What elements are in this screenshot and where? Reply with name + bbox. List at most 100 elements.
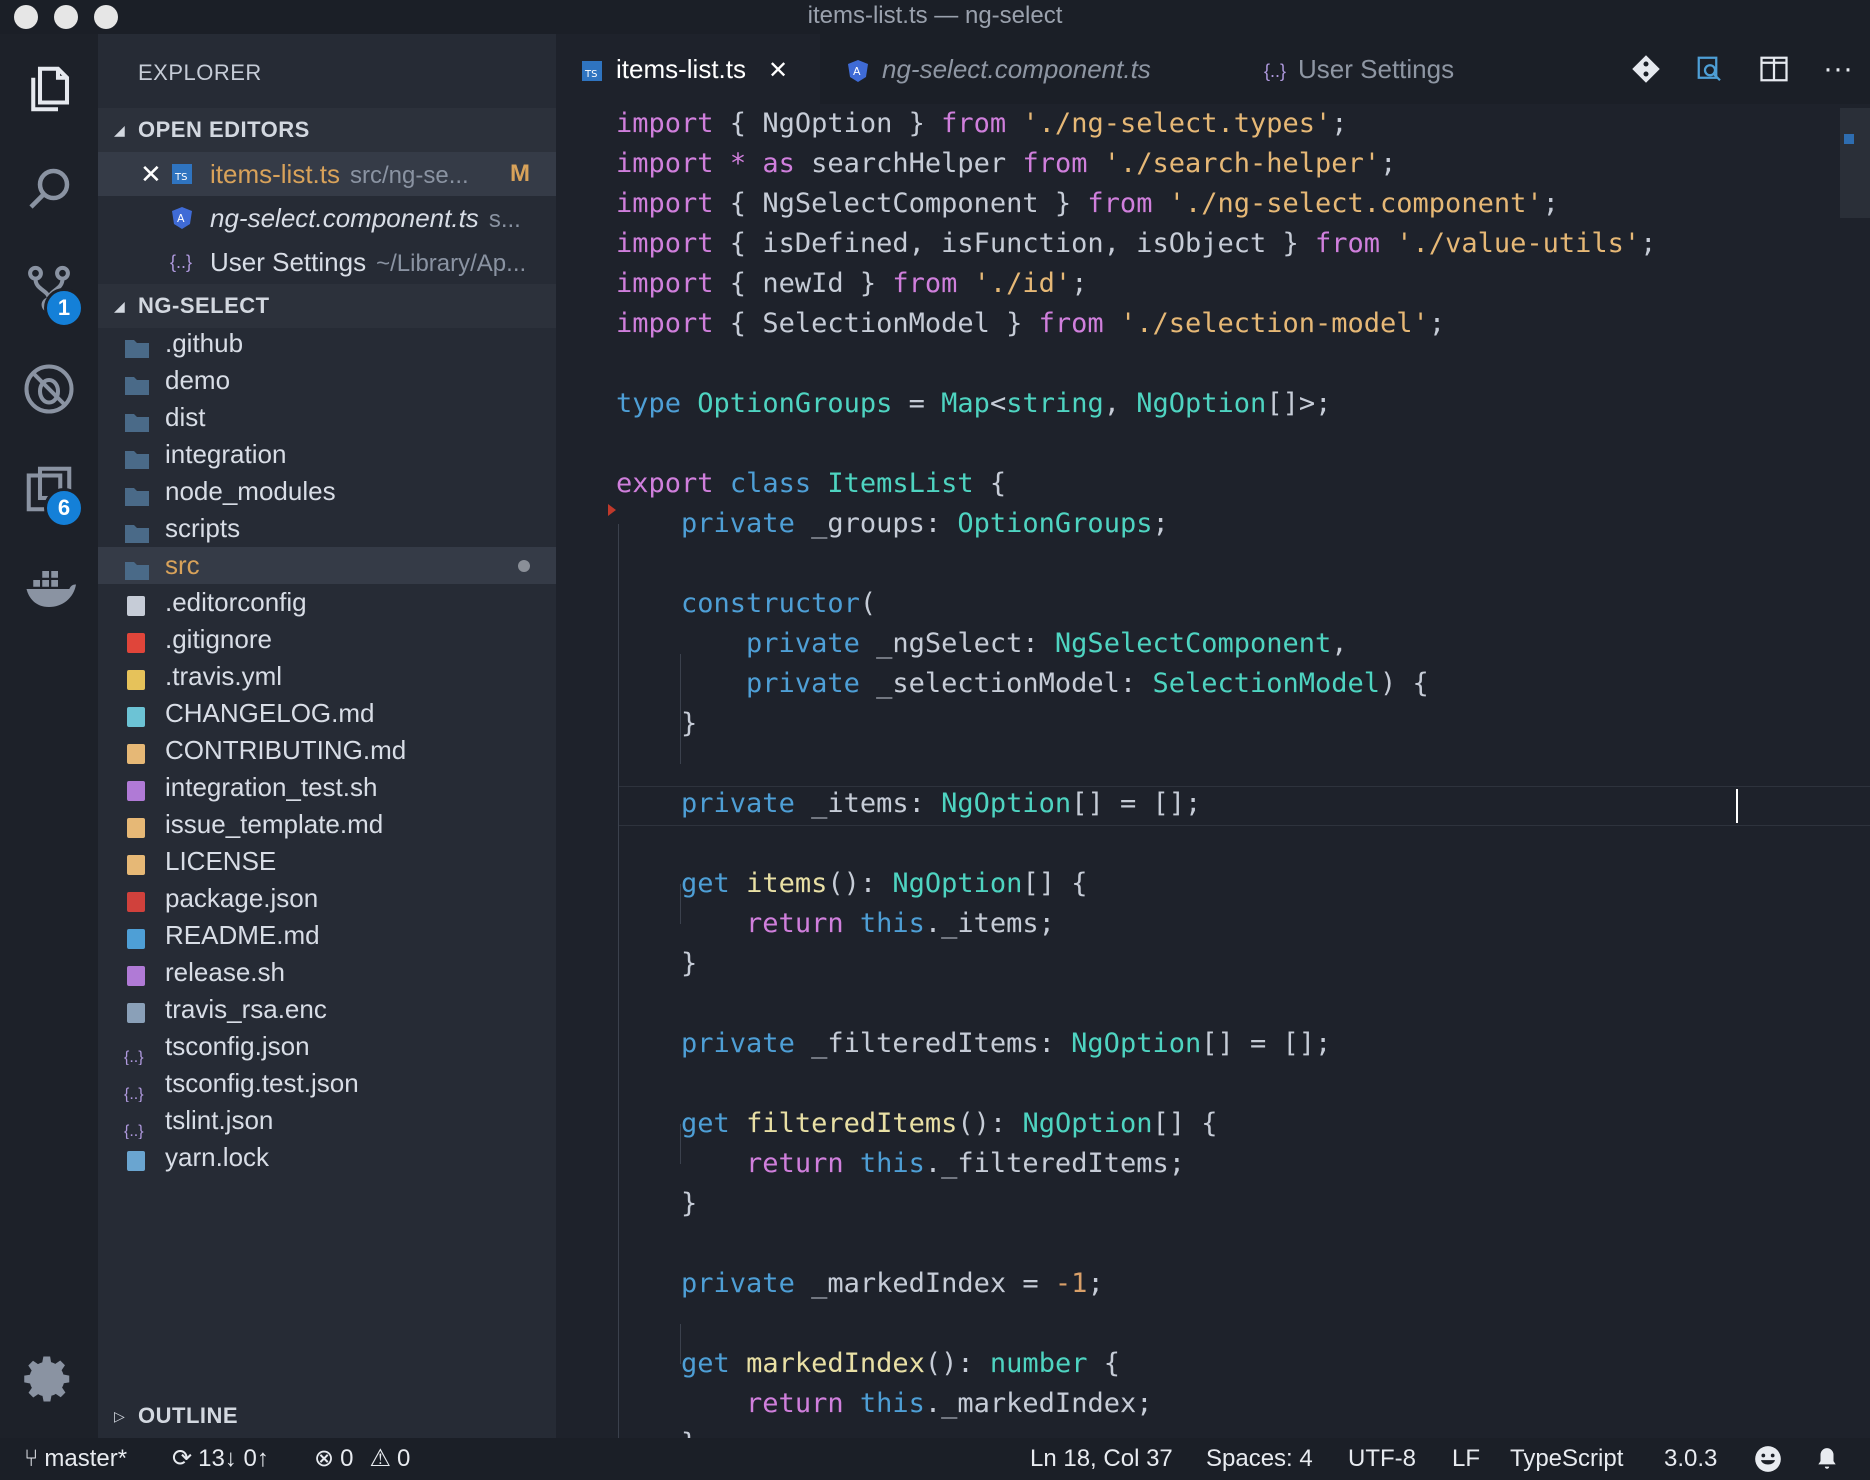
file-tree-item-label: scripts [165,513,241,543]
file-tree-item[interactable]: CHANGELOG.md [98,695,556,732]
git-icon [124,628,148,653]
file-tree-item[interactable]: node_modules [98,473,556,510]
git-branch-status[interactable]: ⑂ master* [24,1438,127,1480]
angular-icon: A [848,60,868,83]
eol-status[interactable]: LF [1452,1438,1480,1480]
editor-scrollbar[interactable] [1840,108,1870,218]
file-tree-item-label: .github [165,328,244,358]
sync-status[interactable]: ⟳ 13↓ 0↑ [172,1438,269,1480]
window-controls [14,5,118,29]
file-tree-item-label: integration_test.sh [165,772,378,802]
problems-status[interactable]: ⊗ 0 ⚠ 0 [314,1438,410,1480]
git-compare-button[interactable] [1614,54,1678,84]
activity-extensions[interactable]: 6 [0,444,98,534]
file-tree-item-label: demo [165,365,231,395]
minimize-window-button[interactable] [54,5,78,29]
tab-user-settings[interactable]: {..} User Settings [1264,34,1454,104]
notifications-button[interactable] [1814,1438,1840,1480]
sidebar-title: EXPLORER [138,60,262,85]
text-cursor [1736,789,1738,823]
file-tree-item[interactable]: .github [98,325,556,362]
tab-ng-select-component[interactable]: Ang-select.component.ts [846,34,1151,104]
split-editor-button[interactable] [1742,54,1806,84]
code-line: import { isDefined, isFunction, isObject… [616,228,1657,259]
open-editor-item[interactable]: A ng-select.component.ts s... [98,196,556,240]
file-tree-item[interactable]: {..} tslint.json [98,1102,556,1139]
file-tree-item[interactable]: CONTRIBUTING.md [98,732,556,769]
typescript-version[interactable]: 3.0.3 [1664,1438,1717,1480]
file-tree-item[interactable]: {..} tsconfig.json [98,1028,556,1065]
activity-manage[interactable] [0,1334,98,1424]
collapse-triangle-icon: ◢ [114,298,126,314]
file-tree-item[interactable]: LICENSE [98,843,556,880]
file-tree-item[interactable]: demo [98,362,556,399]
file-tree-item-label: integration [165,439,287,469]
outline-header[interactable]: ▷ OUTLINE [98,1394,556,1438]
file-tree-item-label: tslint.json [165,1105,274,1135]
close-window-button[interactable] [14,5,38,29]
indentation-status[interactable]: Spaces: 4 [1206,1438,1313,1480]
file-tree-item[interactable]: issue_template.md [98,806,556,843]
json-icon: {..} [170,252,193,272]
file-tree-item[interactable]: integration [98,436,556,473]
encoding-status[interactable]: UTF-8 [1348,1438,1416,1480]
file-tree-item[interactable]: README.md [98,917,556,954]
feedback-button[interactable] [1754,1438,1782,1480]
file-tree-item[interactable]: travis_rsa.enc [98,991,556,1028]
file-tree-item-label: CHANGELOG.md [165,698,375,728]
file-tree-item[interactable]: .editorconfig [98,584,556,621]
source-control-badge: 1 [44,288,84,328]
file-tree-item[interactable]: src [98,547,556,584]
file-tree-item[interactable]: dist [98,399,556,436]
file-tree-item[interactable]: .travis.yml [98,658,556,695]
npm-icon [124,887,148,912]
svg-text:TS: TS [174,172,187,183]
project-header[interactable]: ◢ NG-SELECT [98,284,556,328]
file-tree-item-label: package.json [165,883,319,913]
json-icon: {..} [124,1086,144,1102]
code-line: constructor( [681,588,877,619]
scroll-position-marker [1844,134,1854,144]
code-line: get markedIndex(): number { [681,1348,1120,1379]
copyright-icon [124,850,148,875]
close-editor-icon[interactable]: ✕ [140,152,162,196]
code-line: private _selectionModel: SelectionModel)… [746,668,1429,699]
json-icon: {..} [1264,61,1287,82]
debug-icon [24,364,74,414]
file-tree-item[interactable]: scripts [98,510,556,547]
code-line: } [616,1188,698,1219]
close-tab-icon[interactable]: ✕ [768,57,788,84]
code-editor[interactable]: import { NgOption } from './ng-select.ty… [556,104,1870,1438]
cursor-position[interactable]: Ln 18, Col 37 [1030,1438,1173,1480]
language-mode[interactable]: TypeScript [1510,1438,1623,1480]
file-tree-item[interactable]: yarn.lock [98,1139,556,1176]
window-title: items-list.ts — ng-select [807,2,1063,29]
activity-source-control[interactable]: 1 [0,244,98,334]
editor-tab-bar: TS items-list.ts ✕ Ang-select.component.ts… [556,34,1870,104]
activity-docker[interactable] [0,544,98,634]
file-icon [124,998,148,1023]
file-tree-item-label: README.md [165,920,320,950]
clipboard-icon [124,739,148,764]
file-tree-item[interactable]: .gitignore [98,621,556,658]
zoom-window-button[interactable] [94,5,118,29]
file-tree-item[interactable]: integration_test.sh [98,769,556,806]
open-preview-button[interactable] [1678,54,1742,84]
open-editor-item[interactable]: {..} User Settings ~/Library/Ap... [98,240,556,284]
file-tree-item[interactable]: release.sh [98,954,556,991]
file-tree-item[interactable]: package.json [98,880,556,917]
code-line: return this._items; [746,908,1055,939]
open-editors-header[interactable]: ◢ OPEN EDITORS [98,108,556,152]
open-editor-item[interactable]: ✕ TS items-list.ts src/ng-se... M [98,152,556,196]
terminal-icon [124,776,148,801]
activity-debug[interactable] [0,344,98,434]
activity-search[interactable] [0,144,98,234]
tab-items-list[interactable]: TS items-list.ts ✕ [556,34,820,104]
more-actions-button[interactable]: ··· [1806,54,1870,84]
file-tree-item[interactable]: {..} tsconfig.test.json [98,1065,556,1102]
sync-icon: ⟳ [172,1445,193,1472]
file-tree-item-label: .gitignore [165,624,272,654]
file-tree-item-label: .travis.yml [165,661,282,691]
activity-explorer[interactable] [0,44,98,134]
status-bar: ⑂ master* ⟳ 13↓ 0↑ ⊗ 0 ⚠ 0 Ln 18, Col 37 Spa… [0,1438,1870,1480]
